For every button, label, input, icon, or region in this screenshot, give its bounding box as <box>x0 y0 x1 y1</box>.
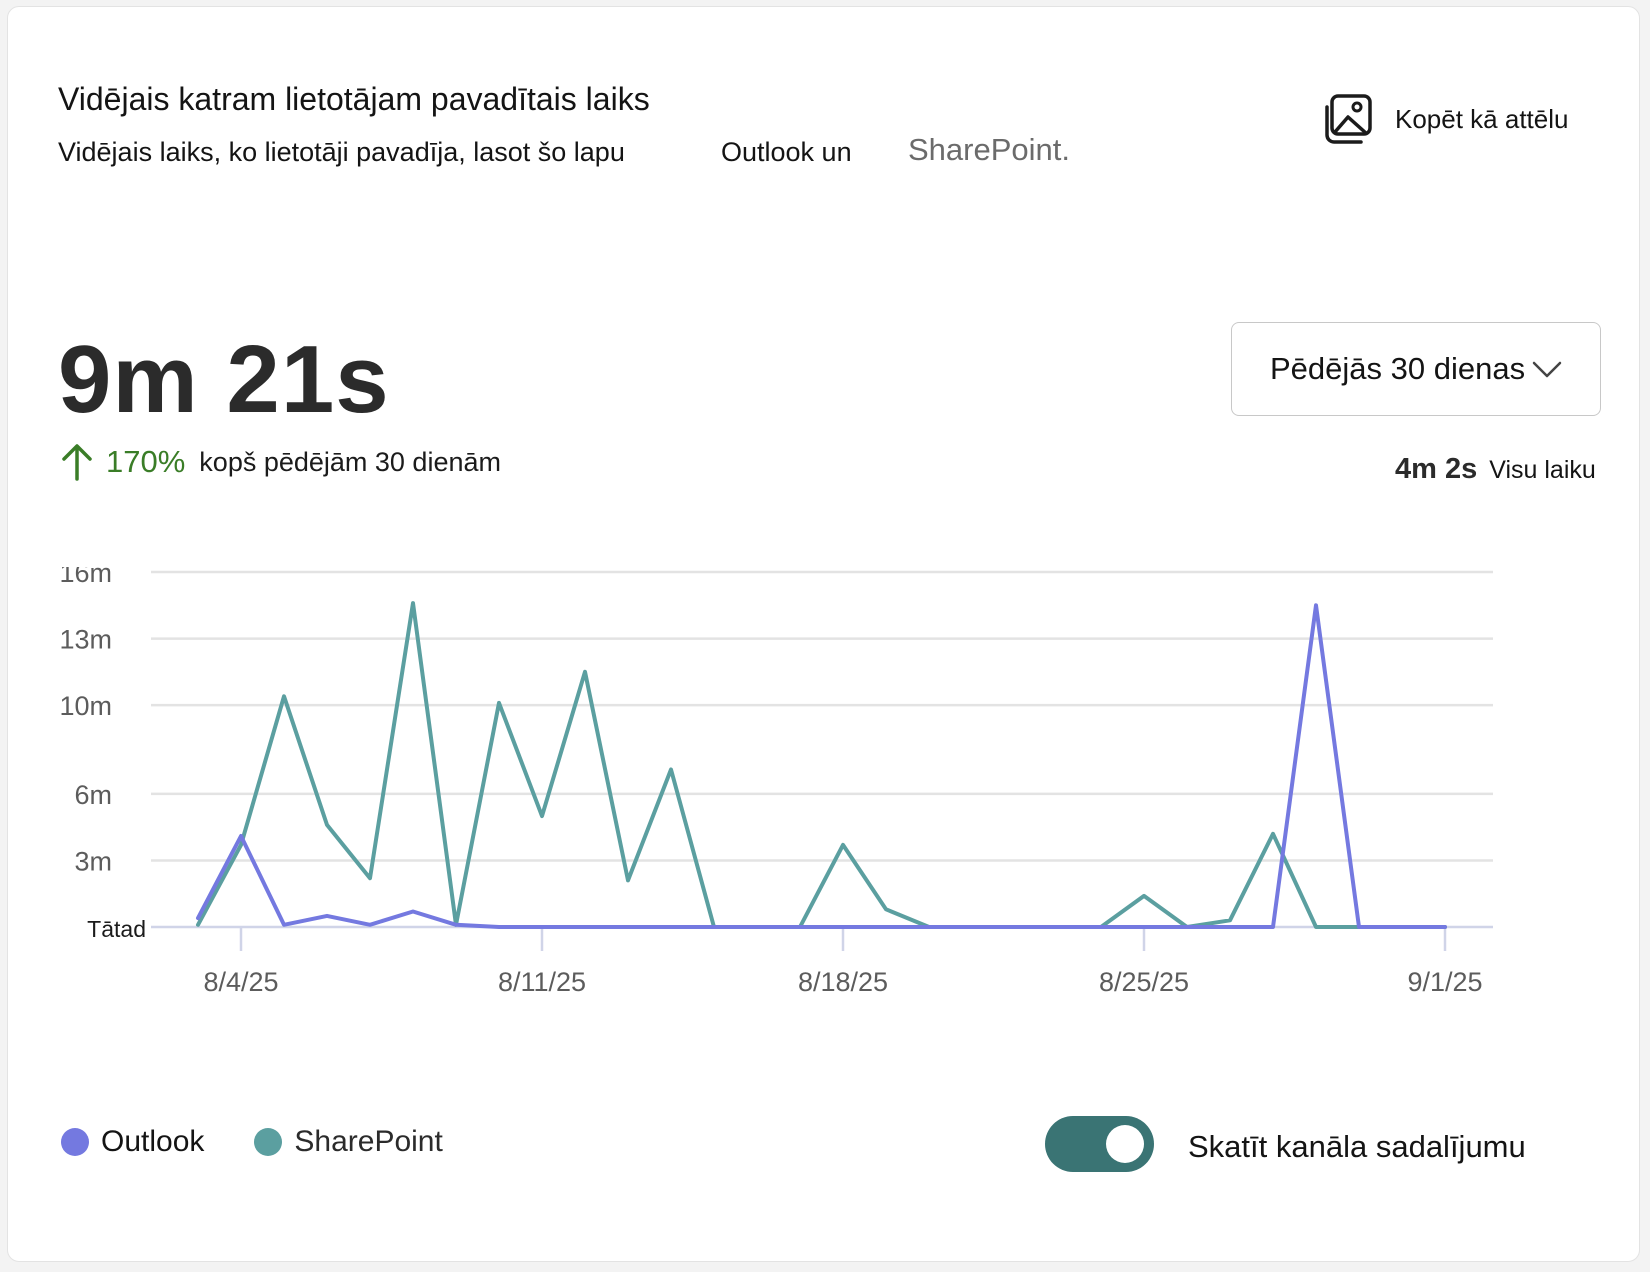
arrow-up-icon <box>62 444 92 481</box>
period-dropdown[interactable]: Pēdējās 30 dienas <box>1231 322 1601 416</box>
subtitle-outlook: Outlook un <box>721 137 852 167</box>
change-indicator: 170% kopš pēdējām 30 dienām <box>60 443 501 481</box>
x-tick-label: 8/25/25 <box>1099 967 1189 997</box>
card-title: Vidējais katram lietotājam pavadītais la… <box>58 81 650 117</box>
all-time-value: 4m 2s <box>1395 453 1478 485</box>
channel-breakdown-toggle[interactable] <box>1045 1116 1154 1172</box>
chevron-down-icon <box>1532 361 1562 378</box>
x-tick-label: 8/18/25 <box>798 967 888 997</box>
line-chart: Tātad 3m 6m 10m 13m 16m 8/4/25 8/11/25 8/18/25 8/… <box>59 567 1493 997</box>
all-time-label: Visu laiku <box>1489 456 1596 484</box>
change-percent: 170% <box>106 444 186 479</box>
subtitle-sharepoint: SharePoint. <box>908 132 1070 167</box>
x-tick-label: 8/11/25 <box>498 967 586 997</box>
y-tick-label: Tātad <box>87 916 146 942</box>
y-tick-label: 16m <box>59 567 112 588</box>
legend-label-sharepoint: SharePoint <box>294 1125 443 1158</box>
period-dropdown-value: Pēdējās 30 dienas <box>1270 351 1526 386</box>
chart-legend: Outlook SharePoint <box>61 1125 493 1159</box>
copy-as-image-label: Kopēt kā attēlu <box>1395 103 1569 134</box>
series-line-outlook <box>196 603 1447 929</box>
image-icon <box>1325 94 1372 144</box>
copy-as-image-button[interactable]: Kopēt kā attēlu <box>1323 93 1568 145</box>
toggle-knob <box>1106 1125 1144 1163</box>
chart-card: Vidējais katram lietotājam pavadītais la… <box>7 6 1640 1262</box>
all-time-stat: 4m 2s Visu laiku <box>1395 453 1596 486</box>
card-subtitle: Vidējais laiks, ko lietotāji pavadīja, l… <box>58 137 625 167</box>
x-tick-label: 8/4/25 <box>203 967 278 997</box>
y-tick-label: 6m <box>74 780 112 810</box>
y-tick-label: 3m <box>74 846 112 876</box>
metric-value: 9m 21s <box>58 326 390 433</box>
channel-breakdown-label: Skatīt kanāla sadalījumu <box>1188 1129 1526 1164</box>
legend-dot-sharepoint <box>254 1128 283 1156</box>
legend-item-outlook: Outlook <box>61 1125 204 1159</box>
y-tick-label: 10m <box>59 691 112 721</box>
legend-dot-outlook <box>61 1128 89 1156</box>
legend-label-outlook: Outlook <box>101 1125 205 1158</box>
series-line-sharepoint <box>196 601 1447 929</box>
legend-item-sharepoint: SharePoint <box>254 1125 443 1159</box>
change-text: kopš pēdējām 30 dienām <box>199 446 501 477</box>
y-tick-label: 13m <box>59 625 112 655</box>
x-tick-label: 9/1/25 <box>1407 967 1482 997</box>
